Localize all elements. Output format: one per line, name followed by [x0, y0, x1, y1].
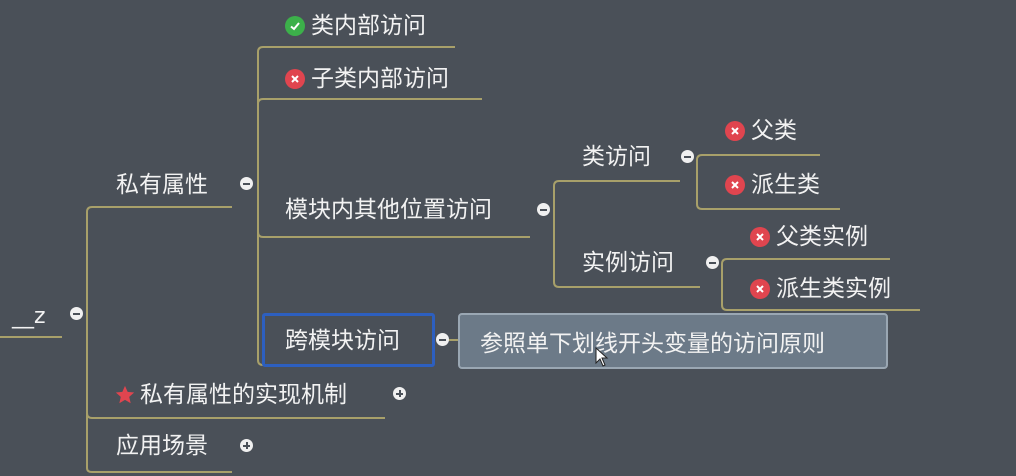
parent-class-node[interactable]: 父类 [725, 116, 797, 146]
cross-module-node[interactable]: 跨模块访问 [285, 326, 400, 356]
expand-toggle-icon[interactable] [240, 439, 253, 452]
impl-mechanism-label: 私有属性的实现机制 [140, 382, 347, 408]
derived-instance-node[interactable]: 派生类实例 [750, 274, 891, 304]
parent-instance-label: 父类实例 [776, 224, 868, 250]
module-other-node[interactable]: 模块内其他位置访问 [285, 195, 492, 225]
cross-module-note-label: 参照单下划线开头变量的访问原则 [480, 331, 825, 357]
root-label: __z [12, 304, 46, 329]
private-attr-label: 私有属性 [116, 172, 208, 198]
cross-module-note[interactable]: 参照单下划线开头变量的访问原则 [458, 313, 888, 369]
expand-toggle-icon[interactable] [393, 387, 406, 400]
cross-icon [725, 121, 745, 141]
use-cases-label: 应用场景 [116, 433, 208, 459]
module-other-label: 模块内其他位置访问 [285, 197, 492, 223]
parent-class-label: 父类 [751, 118, 797, 144]
cross-icon [285, 69, 305, 89]
collapse-toggle-icon[interactable] [537, 203, 550, 216]
root-spine [86, 206, 110, 473]
use-cases-node[interactable]: 应用场景 [116, 431, 208, 461]
mouse-cursor-icon [595, 347, 609, 367]
instance-access-node[interactable]: 实例访问 [582, 248, 674, 278]
derived-class-node[interactable]: 派生类 [725, 170, 820, 200]
cross-icon [725, 175, 745, 195]
class-internal-label: 类内部访问 [311, 13, 426, 39]
check-icon [285, 16, 305, 36]
collapse-toggle-icon[interactable] [436, 333, 449, 346]
collapse-toggle-icon[interactable] [70, 307, 83, 320]
derived-instance-label: 派生类实例 [776, 276, 891, 302]
class-internal-node[interactable]: 类内部访问 [285, 11, 426, 41]
collapse-toggle-icon[interactable] [681, 150, 694, 163]
subclass-internal-label: 子类内部访问 [311, 66, 449, 92]
star-icon [115, 385, 135, 404]
class-access-node[interactable]: 类访问 [582, 142, 651, 172]
cross-icon [750, 279, 770, 299]
root-node[interactable]: __z [12, 302, 46, 332]
subclass-internal-node[interactable]: 子类内部访问 [285, 64, 449, 94]
class-access-label: 类访问 [582, 144, 651, 170]
impl-mechanism-node[interactable]: 私有属性的实现机制 [114, 380, 347, 410]
collapse-toggle-icon[interactable] [240, 177, 253, 190]
cross-icon [750, 227, 770, 247]
instance-access-label: 实例访问 [582, 250, 674, 276]
parent-instance-node[interactable]: 父类实例 [750, 222, 868, 252]
collapse-toggle-icon[interactable] [706, 256, 719, 269]
private-attr-node[interactable]: 私有属性 [116, 170, 208, 200]
module-spine [553, 180, 575, 288]
derived-class-label: 派生类 [751, 172, 820, 198]
cross-module-label: 跨模块访问 [285, 328, 400, 354]
